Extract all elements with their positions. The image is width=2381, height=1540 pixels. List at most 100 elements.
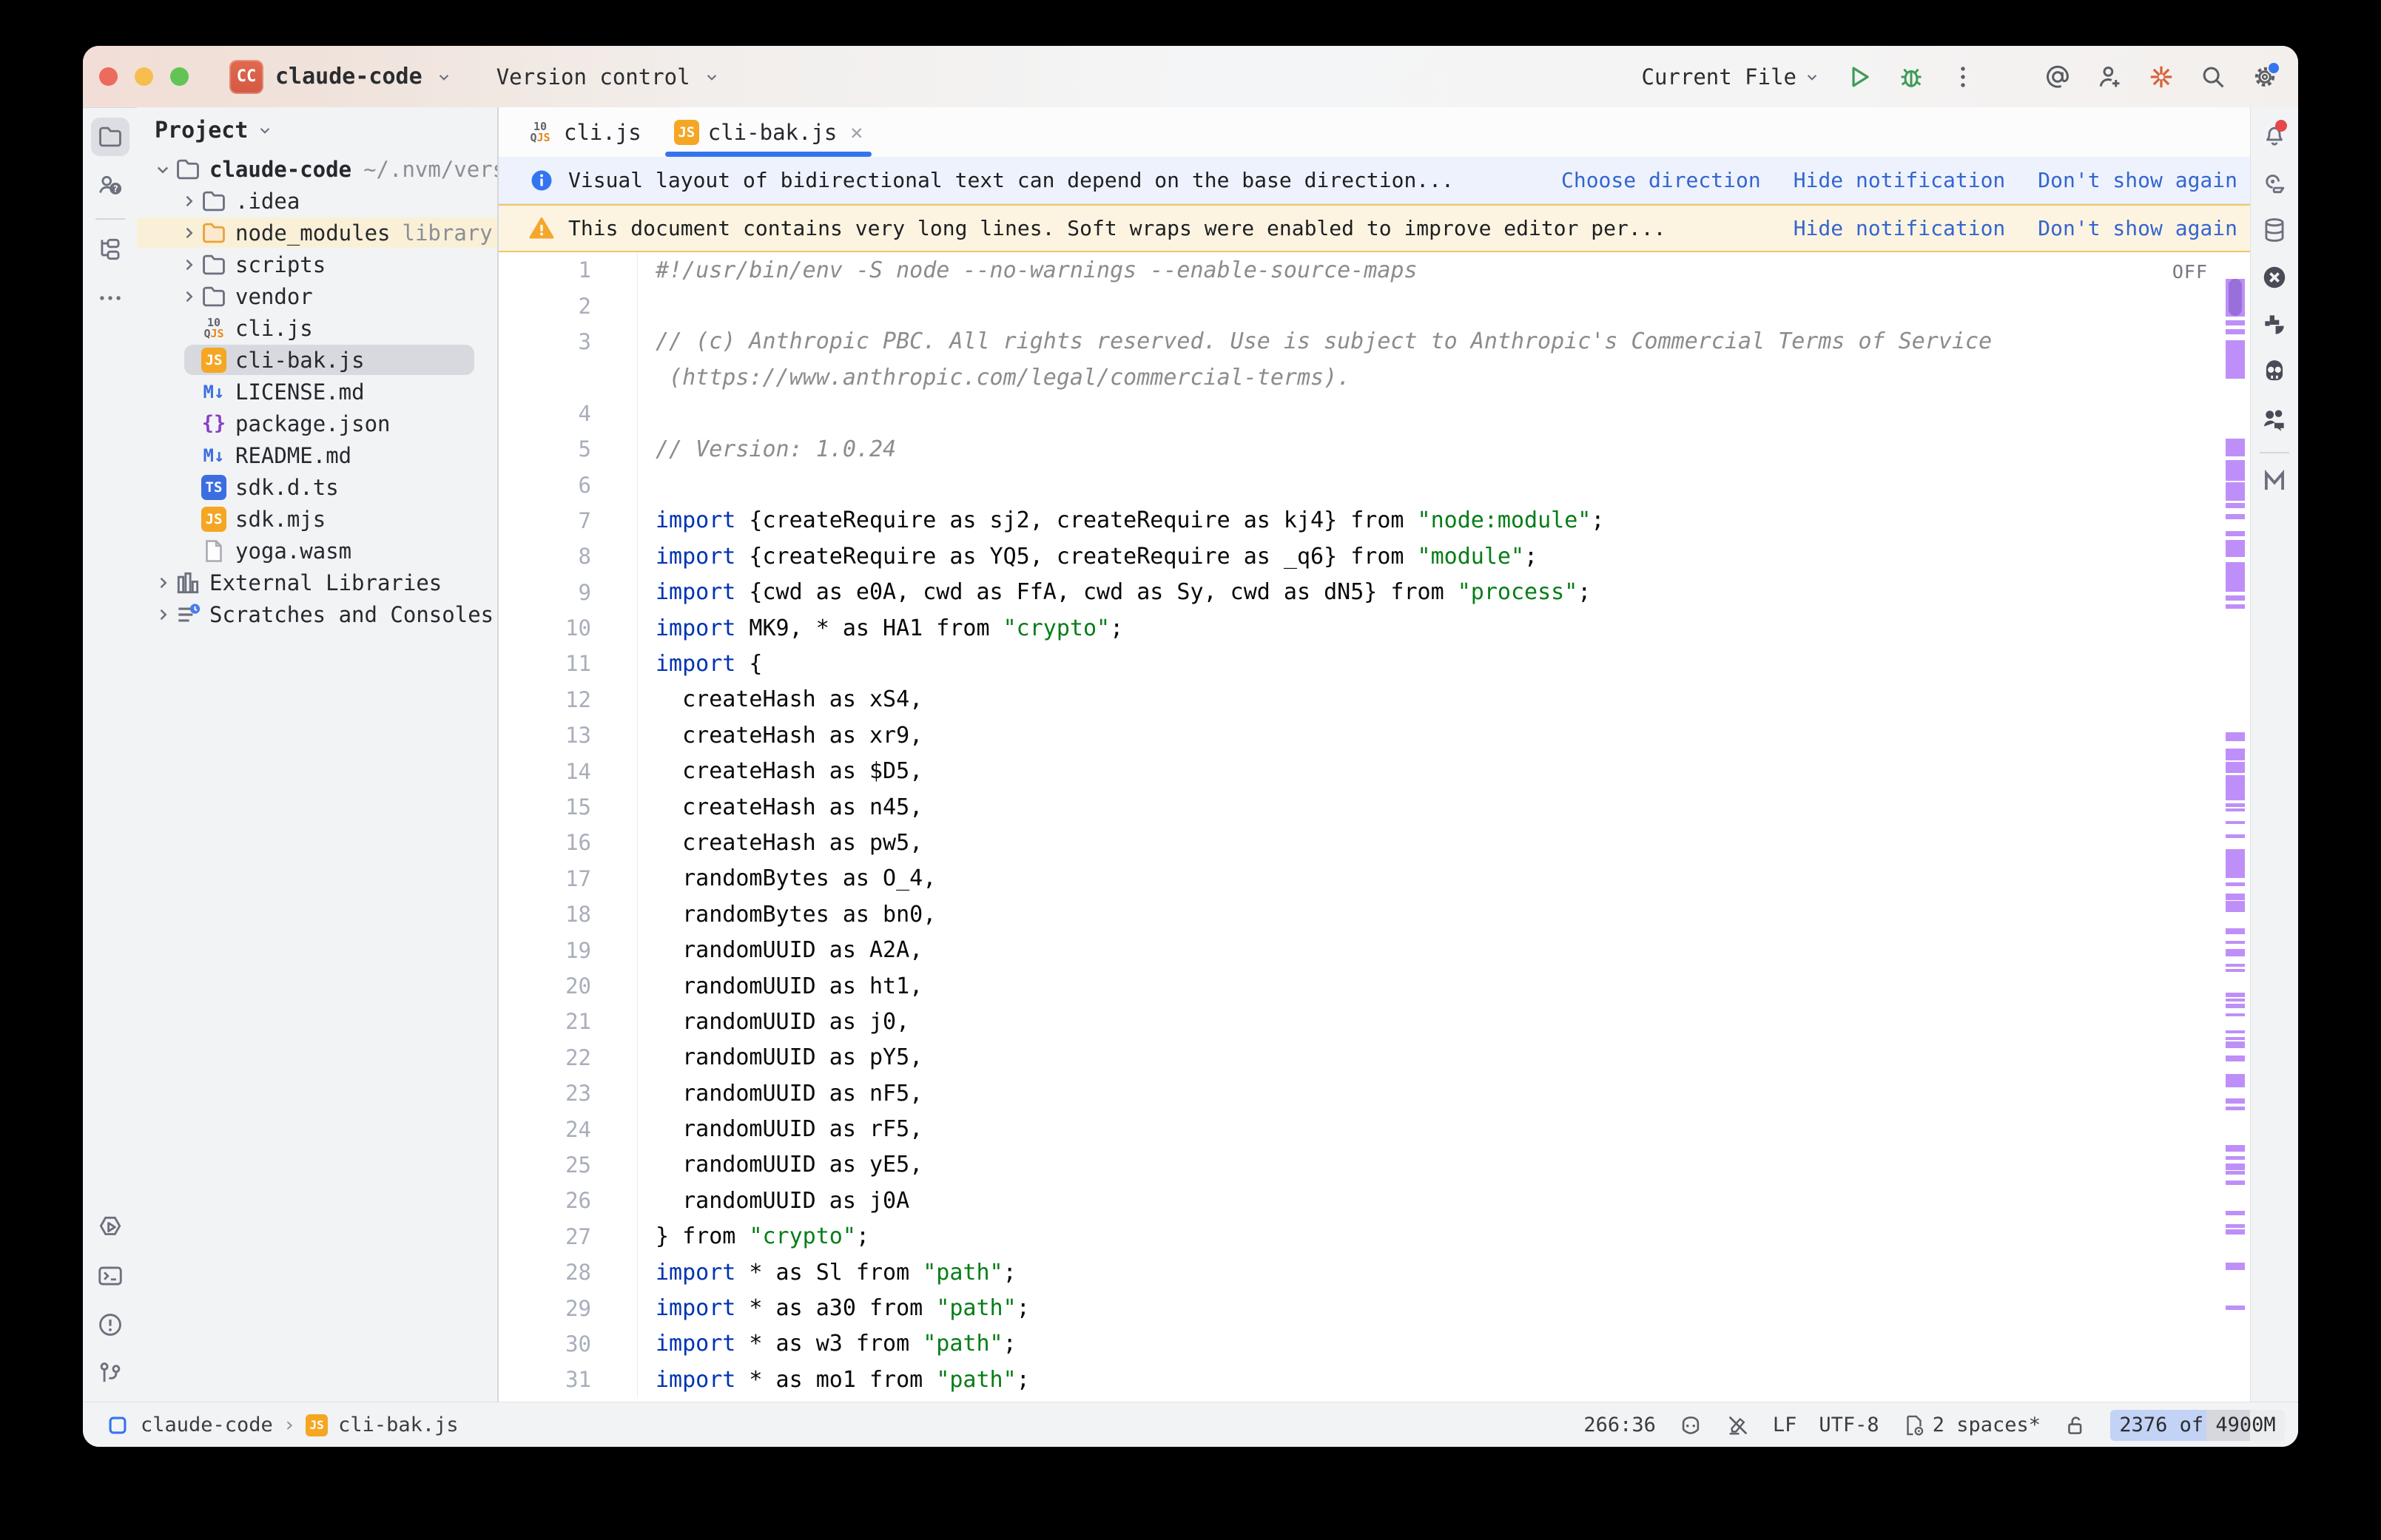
users-help-tool-button[interactable]: ? xyxy=(91,166,129,205)
services-tool-button[interactable] xyxy=(91,1208,129,1246)
line-ending-widget[interactable]: LF xyxy=(1773,1414,1797,1436)
code-with-me-button[interactable] xyxy=(2255,400,2294,439)
chevron-right-icon[interactable] xyxy=(178,254,200,276)
tree-item-content: External Libraries xyxy=(137,569,442,597)
project-panel-header[interactable]: Project xyxy=(137,107,497,146)
run-button[interactable] xyxy=(1845,63,1873,91)
zoom-window-button[interactable] xyxy=(170,67,189,86)
chevron-right-icon[interactable] xyxy=(152,572,174,594)
line-number: 3 xyxy=(499,324,638,359)
x-plugin-button[interactable] xyxy=(2255,258,2294,297)
structure-tool-button[interactable] xyxy=(91,230,129,269)
editor-error-stripe[interactable] xyxy=(2224,252,2246,1402)
claude-plugin-icon[interactable] xyxy=(2147,63,2175,91)
change-mark xyxy=(2226,1211,2245,1215)
close-tab-icon[interactable]: ✕ xyxy=(850,120,863,144)
problems-tool-button[interactable] xyxy=(91,1306,129,1344)
tree-item-yoga-wasm[interactable]: yoga.wasm xyxy=(137,535,497,567)
tab-label: cli-bak.js xyxy=(708,120,838,145)
dont-show-again-link[interactable]: Don't show again xyxy=(2038,168,2237,192)
add-user-button[interactable] xyxy=(2095,63,2124,91)
tree-item-external-libraries[interactable]: External Libraries xyxy=(137,567,497,598)
more-actions-button[interactable] xyxy=(1949,63,1977,91)
tree-item-sdk-d-ts[interactable]: TSsdk.d.ts xyxy=(137,471,497,503)
debug-button[interactable] xyxy=(1897,63,1925,91)
version-control-menu[interactable]: Version control xyxy=(496,64,690,90)
folder-icon xyxy=(174,155,202,183)
chevron-right-icon[interactable] xyxy=(178,190,200,212)
tree-item-node-modules[interactable]: node_moduleslibrary xyxy=(137,217,497,249)
project-name-menu[interactable]: claude-code xyxy=(275,64,422,90)
hide-notification-link[interactable]: Hide notification xyxy=(1794,216,2006,240)
highlighting-level-widget[interactable]: OFF xyxy=(2172,261,2208,283)
chevron-right-icon[interactable] xyxy=(178,286,200,308)
change-mark xyxy=(2226,1164,2245,1170)
encoding-widget[interactable]: UTF-8 xyxy=(1819,1414,1879,1436)
code-editor[interactable]: 1#!/usr/bin/env -S node --no-warnings --… xyxy=(499,252,2251,1402)
js-file-icon: JS xyxy=(201,507,226,532)
close-window-button[interactable] xyxy=(99,67,118,86)
file-icon xyxy=(200,537,228,565)
change-mark xyxy=(2226,1004,2245,1008)
editor-tab-cli-js[interactable]: 10QJScli.js xyxy=(509,107,658,157)
run-configuration-selector[interactable]: Current File xyxy=(1641,64,1822,90)
change-mark xyxy=(2226,964,2245,967)
memory-indicator[interactable]: 2376 of 4900M xyxy=(2110,1410,2285,1441)
tree-item-readme-md[interactable]: M↓README.md xyxy=(137,439,497,471)
code-token: // (c) Anthropic PBC. All rights reserve… xyxy=(656,328,1992,354)
tree-item-label: sdk.d.ts xyxy=(235,475,339,500)
tree-item-scratches-and-consoles[interactable]: Scratches and Consoles xyxy=(137,598,497,630)
database-button[interactable] xyxy=(2255,211,2294,249)
markdown-tool-button[interactable] xyxy=(2255,462,2294,501)
notifications-button[interactable] xyxy=(2255,116,2294,155)
minimize-window-button[interactable] xyxy=(135,67,153,86)
tree-item--idea[interactable]: .idea xyxy=(137,185,497,217)
highlighting-off-icon[interactable] xyxy=(1725,1413,1751,1438)
line-number: 31 xyxy=(499,1362,638,1397)
tree-item-package-json[interactable]: {}package.json xyxy=(137,408,497,439)
indent-widget[interactable]: 2 spaces* xyxy=(1902,1413,2041,1438)
project-tool-button[interactable] xyxy=(91,118,129,156)
copilot-chat-button[interactable] xyxy=(2255,353,2294,391)
copilot-status-icon[interactable] xyxy=(1678,1413,1703,1438)
tree-item-scripts[interactable]: scripts xyxy=(137,249,497,280)
change-mark xyxy=(2226,514,2245,519)
breadcrumb-project[interactable]: claude-code xyxy=(141,1414,273,1436)
title-bar: CC claude-code Version control Current F… xyxy=(83,46,2298,108)
hide-notification-link[interactable]: Hide notification xyxy=(1794,168,2006,192)
tree-item-claude-code[interactable]: claude-code~/.nvm/vers xyxy=(137,153,497,185)
code-token: {createRequire as YQ5, createRequire as … xyxy=(735,544,1417,570)
breadcrumb-file[interactable]: cli-bak.js xyxy=(338,1414,459,1436)
scrollbar-thumb[interactable] xyxy=(2229,279,2242,316)
chevron-down-icon[interactable] xyxy=(152,158,174,180)
tree-item-sdk-mjs[interactable]: JSsdk.mjs xyxy=(137,503,497,535)
tree-item-license-md[interactable]: M↓LICENSE.md xyxy=(137,376,497,408)
tree-item-cli-js[interactable]: 10QJScli.js xyxy=(137,312,497,344)
tree-item-cli-bak-js[interactable]: JScli-bak.js xyxy=(137,344,497,376)
terminal-tool-button[interactable] xyxy=(91,1257,129,1295)
file-lock-icon[interactable] xyxy=(2063,1413,2088,1438)
dont-show-again-link[interactable]: Don't show again xyxy=(2038,216,2237,240)
change-mark xyxy=(2226,1156,2245,1160)
ai-assistant-icon[interactable] xyxy=(2044,63,2072,91)
tree-indent-spacer xyxy=(178,476,200,499)
choose-direction-link[interactable]: Choose direction xyxy=(1561,168,1761,192)
folder-icon xyxy=(96,123,124,151)
ai-assistant-button[interactable] xyxy=(2255,163,2294,202)
code-token: ; xyxy=(1524,544,1538,570)
plugin-button[interactable] xyxy=(2255,305,2294,344)
version-control-tool-button[interactable] xyxy=(91,1354,129,1393)
tree-item-vendor[interactable]: vendor xyxy=(137,280,497,312)
chevron-right-icon[interactable] xyxy=(178,222,200,244)
code-line: 15 createHash as n45, xyxy=(499,789,2251,825)
chevron-right-icon[interactable] xyxy=(152,604,174,626)
search-everywhere-button[interactable] xyxy=(2199,63,2227,91)
code-token: * as Sl from xyxy=(735,1260,923,1286)
cursor-position-widget[interactable]: 266:36 xyxy=(1583,1414,1656,1436)
settings-button[interactable] xyxy=(2251,63,2279,91)
editor-tab-cli-bak-js[interactable]: JScli-bak.js✕ xyxy=(658,107,879,157)
code-token: MK9, * as HA1 from xyxy=(735,615,1003,641)
project-icon xyxy=(105,1413,130,1438)
more-tool-windows-button[interactable] xyxy=(91,279,129,317)
code-token: ; xyxy=(1577,579,1591,605)
